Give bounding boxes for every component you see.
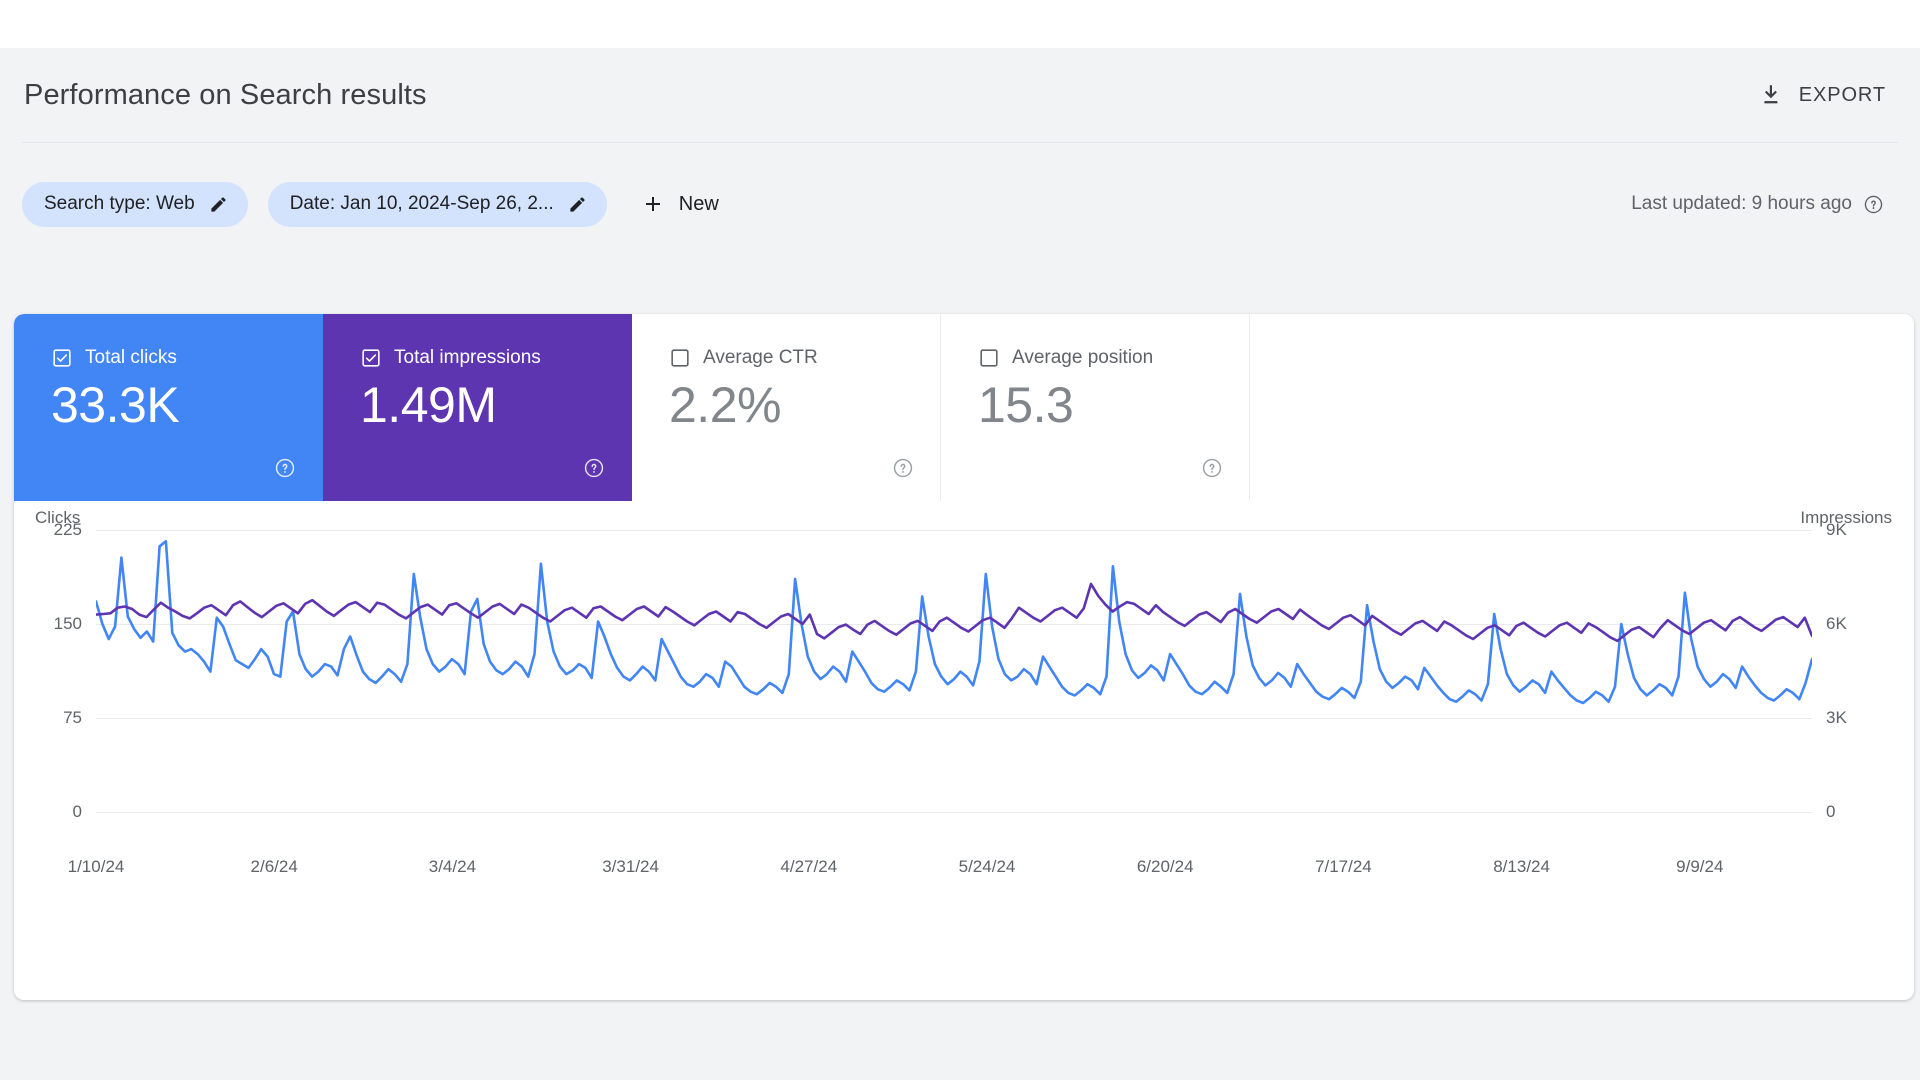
help-circle-icon[interactable]: [274, 457, 296, 479]
metric-value: 15.3: [978, 377, 1074, 433]
metric-value: 33.3K: [51, 377, 180, 433]
metric-header: Total impressions: [361, 347, 541, 369]
last-updated-label: Last updated: 9 hours ago: [1631, 193, 1852, 214]
filter-bar: Search type: Web Date: Jan 10, 2024-Sep …: [0, 175, 1920, 233]
checkbox-checked-icon[interactable]: [52, 348, 72, 368]
y-axis-tick-left: 0: [72, 802, 82, 821]
header-divider: [22, 142, 1898, 143]
add-filter-button[interactable]: New: [629, 186, 731, 222]
metric-card-total-impressions[interactable]: Total impressions 1.49M: [323, 314, 632, 501]
performance-chart: Clicks Impressions 0 0 75 3K 150 6K 225 9K 1/10…: [14, 501, 1914, 1000]
y-axis-tick-left: 150: [53, 614, 82, 633]
chart-plot-area: [96, 501, 1812, 837]
page-title: Performance on Search results: [24, 78, 427, 111]
filter-chip-label: Search type: Web: [44, 193, 195, 214]
chart-series-impressions: [96, 584, 1812, 641]
metric-header: Total clicks: [52, 347, 177, 369]
filter-chip-label: Date: Jan 10, 2024-Sep 26, 2...: [289, 193, 554, 214]
y-axis-tick-right: 3K: [1826, 708, 1847, 727]
checkbox-unchecked-icon[interactable]: [670, 348, 690, 368]
help-circle-icon[interactable]: [1863, 194, 1884, 215]
checkbox-unchecked-icon[interactable]: [979, 348, 999, 368]
metric-label: Average position: [1012, 347, 1154, 368]
metric-card-total-clicks[interactable]: Total clicks 33.3K: [14, 314, 323, 501]
filter-chip-search-type[interactable]: Search type: Web: [22, 181, 248, 227]
x-axis-tick: 7/17/24: [1315, 857, 1372, 876]
x-axis-tick: 3/4/24: [428, 857, 477, 876]
y-axis-tick-right: 6K: [1826, 614, 1847, 633]
metric-label: Average CTR: [703, 347, 818, 368]
x-axis-tick: 8/13/24: [1493, 857, 1550, 876]
y-axis-tick-right: 0: [1826, 802, 1836, 821]
x-axis-tick: 1/10/24: [67, 857, 125, 876]
x-axis-tick: 5/24/24: [958, 857, 1016, 876]
metric-label: Total impressions: [394, 347, 541, 368]
metric-header: Average position: [979, 347, 1153, 369]
help-circle-icon[interactable]: [892, 457, 914, 479]
pencil-icon[interactable]: [568, 195, 587, 214]
add-filter-label: New: [678, 192, 719, 215]
filter-chip-date[interactable]: Date: Jan 10, 2024-Sep 26, 2...: [267, 181, 607, 227]
x-axis-tick: 6/20/24: [1136, 857, 1194, 876]
help-circle-icon[interactable]: [1201, 457, 1223, 479]
plus-icon: [641, 192, 665, 216]
x-axis-tick: 2/6/24: [250, 857, 298, 876]
metric-value: 2.2%: [669, 377, 781, 433]
y-axis-tick-left: 75: [63, 708, 82, 727]
metric-card-average-ctr[interactable]: Average CTR 2.2%: [632, 314, 941, 501]
x-axis-tick: 9/9/24: [1676, 857, 1724, 876]
x-axis-tick: 3/31/24: [602, 857, 659, 876]
metric-header: Average CTR: [670, 347, 818, 369]
metric-value: 1.49M: [360, 377, 497, 433]
pencil-icon[interactable]: [209, 195, 228, 214]
x-axis-tick: 4/27/24: [780, 857, 838, 876]
help-circle-icon[interactable]: [583, 457, 605, 479]
performance-page: Performance on Search results EXPORT Sea…: [0, 0, 1920, 1080]
y-axis-tick-right: 9K: [1826, 520, 1847, 539]
download-icon: [1759, 82, 1785, 108]
y-axis-tick-left: 225: [53, 520, 82, 539]
page-header: Performance on Search results EXPORT: [0, 48, 1920, 142]
performance-card: Total clicks 33.3K Total impressions 1.49M A…: [14, 314, 1914, 1000]
metric-card-row: Total clicks 33.3K Total impressions 1.49M A…: [14, 314, 1250, 501]
export-button[interactable]: EXPORT: [1749, 76, 1896, 114]
metric-card-average-position[interactable]: Average position 15.3: [941, 314, 1250, 501]
metric-label: Total clicks: [85, 347, 177, 368]
checkbox-checked-icon[interactable]: [361, 348, 381, 368]
export-label: EXPORT: [1798, 83, 1886, 106]
last-updated: Last updated: 9 hours ago: [1631, 193, 1898, 215]
